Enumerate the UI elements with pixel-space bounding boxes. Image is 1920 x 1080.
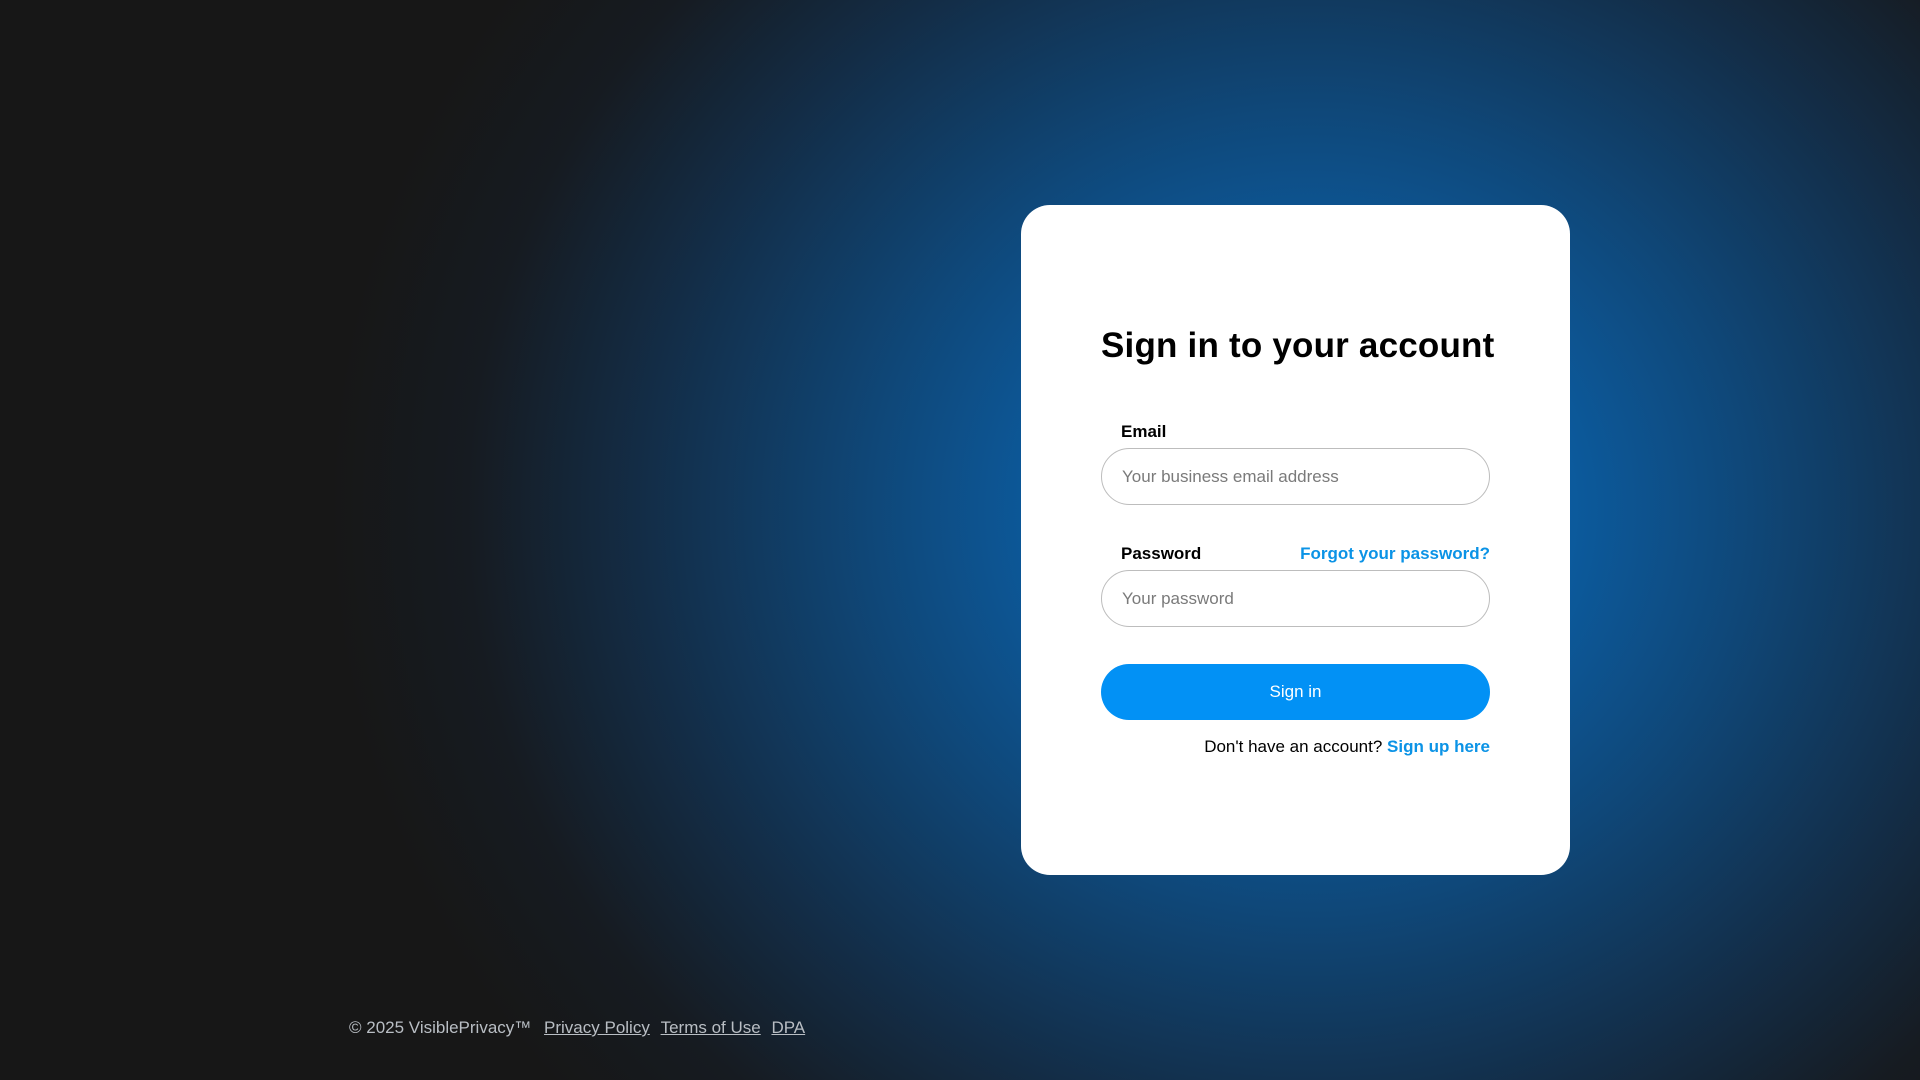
terms-of-use-link[interactable]: Terms of Use — [661, 1018, 761, 1037]
copyright-text: © 2025 VisiblePrivacy™ — [349, 1018, 532, 1037]
email-label: Email — [1121, 422, 1167, 441]
email-field[interactable] — [1101, 448, 1490, 505]
login-card: Sign in to your account Email Password F… — [1021, 205, 1570, 875]
signup-row: Don't have an account? Sign up here — [1204, 737, 1490, 757]
footer: © 2025 VisiblePrivacy™ Privacy Policy Te… — [349, 1018, 805, 1038]
privacy-policy-link[interactable]: Privacy Policy — [544, 1018, 650, 1037]
sign-in-button[interactable]: Sign in — [1101, 664, 1490, 720]
password-field[interactable] — [1101, 570, 1490, 627]
forgot-password-link[interactable]: Forgot your password? — [1300, 544, 1490, 564]
password-label: Password — [1121, 544, 1202, 563]
dpa-link[interactable]: DPA — [771, 1018, 805, 1037]
signup-prompt: Don't have an account? — [1204, 737, 1383, 756]
page-title: Sign in to your account — [1101, 326, 1495, 365]
sign-up-link[interactable]: Sign up here — [1387, 737, 1490, 756]
